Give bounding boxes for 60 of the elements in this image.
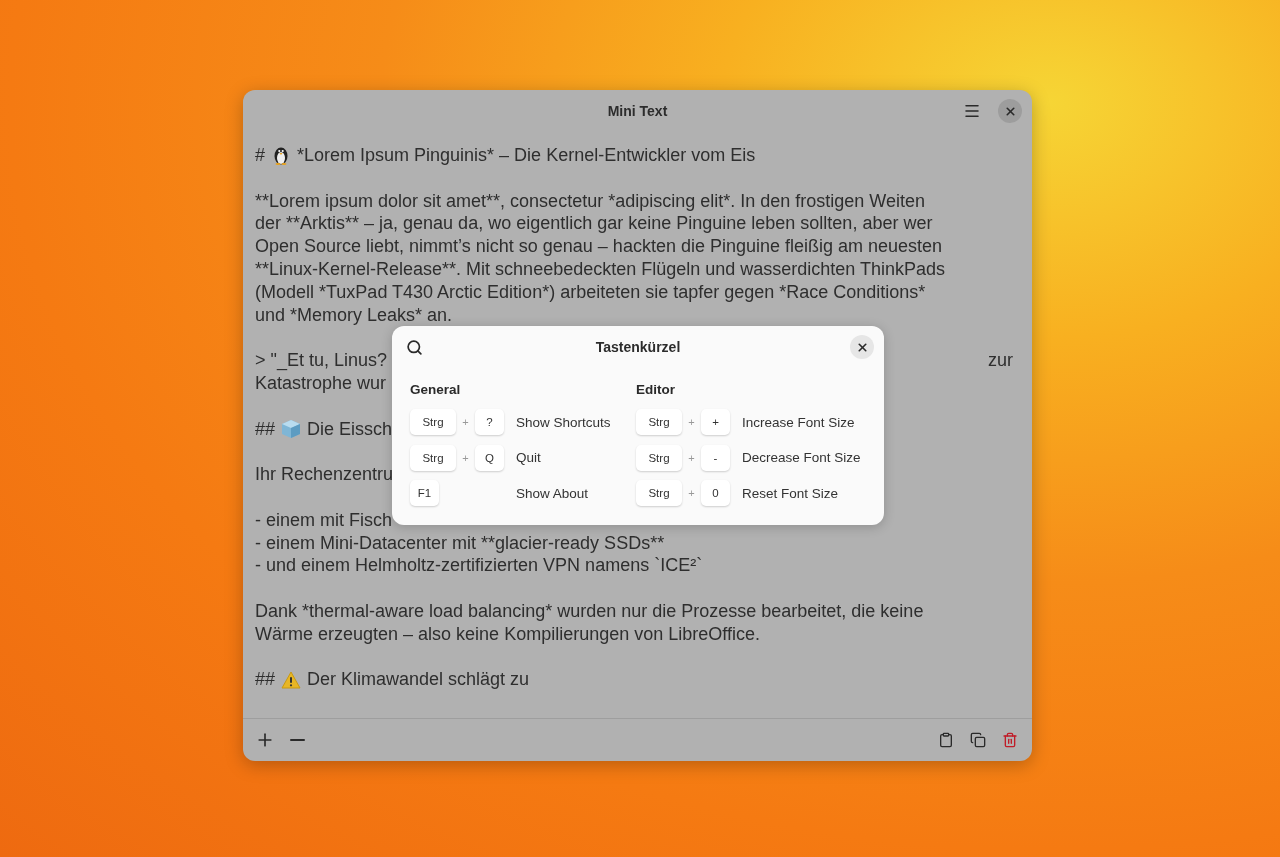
section-title: General [410,382,462,399]
key-cap: Q [475,444,504,471]
key-cap: ? [475,409,504,436]
key-cap: F1 [410,480,439,507]
minus-icon [289,739,305,741]
close-button[interactable] [998,99,1022,123]
shortcut-label: Reset Font Size [742,485,839,501]
text-line: und *Memory Leaks* an. [255,303,453,327]
window-title: Mini Text [607,103,668,119]
heading-text: Die Eissch [307,417,393,441]
text-line: Open Source liebt, nimmt’s nicht so genau – hackten die Pinguine fleißig am neuesten [255,235,943,258]
key-cap: Strg [636,480,682,507]
text-line: - und einem Helmholtz-zertifizierten VPN namens `ICE²` [255,554,703,578]
key-cap: Strg [410,409,456,436]
text-line: - einem Mini-Datacenter mit **glacier-ready SSDs** [255,531,665,555]
trash-icon [1002,732,1018,748]
dialog-title: Tastenkürzel [595,339,681,355]
section-title: Editor [636,382,676,399]
plus-sign: + [687,416,696,429]
close-icon [855,340,869,354]
close-icon [1003,104,1017,118]
menu-icon [963,102,981,120]
heading-marker: ## [255,417,276,441]
copy-icon [970,732,986,748]
plus-sign: + [687,487,696,500]
text-line: Wärme erzeugten – also keine Kompilierungen von LibreOffice. [255,622,760,646]
warning-icon [281,670,302,689]
penguin-icon [273,145,289,166]
text-line: > "_Et tu, Linus? [255,349,387,372]
shortcut-label: Quit [516,450,541,466]
shortcut-label: Decrease Font Size [742,450,861,466]
shortcut-label: Show Shortcuts [516,414,611,430]
key-cap: + [701,409,730,436]
text-line: Ihr Rechenzentru [255,463,394,486]
text-line: (Modell *TuxPad T430 Arctic Edition*) arbeiteten sie tapfer gegen *Race Conditions* [255,280,926,304]
key-cap: 0 [701,480,730,507]
clipboard-icon [938,732,954,748]
plus-sign: + [461,451,470,464]
shortcut-label: Show About [516,485,589,501]
plus-sign: + [461,416,470,429]
key-cap: Strg [636,444,682,471]
text-line: **Lorem ipsum dolor sit amet**, consectetur *adipiscing elit*. In den frostigen Weiten [255,189,925,213]
heading-marker: # [255,144,265,167]
heading-text: Der Klimawandel schlägt zu [307,668,530,692]
text-line: der **Arktis** – ja, genau da, wo eigentlich gar keine Pinguine leben sollten, aber wer [255,212,933,236]
key-cap: Strg [410,444,456,471]
key-cap: - [701,444,730,471]
plus-sign: + [687,451,696,464]
search-icon [405,338,423,356]
text-line: - einem mit Fisch [255,508,393,532]
text-line: zur [988,349,1013,372]
heading-text: *Lorem Ipsum Pinguinis* – Die Kernel-Entwickler vom Eis [297,144,756,167]
close-button[interactable] [850,335,874,359]
text-line: **Linux-Kernel-Release**. Mit schneebedeckten Flügeln und wasserdichten ThinkPads [255,258,946,281]
key-cap: Strg [636,409,682,436]
ice-cube-icon [281,418,302,439]
text-line: Dank *thermal-aware load balancing* wurden nur die Prozesse bearbeitet, die keine [255,599,924,623]
text-line: Katastrophe wur [255,371,387,395]
shortcut-label: Increase Font Size [742,414,855,430]
heading-marker: ## [255,668,276,692]
